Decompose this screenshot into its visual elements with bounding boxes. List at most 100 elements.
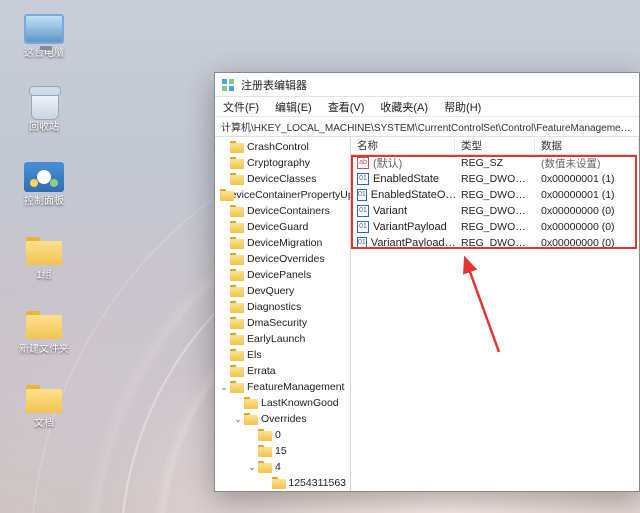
value-row[interactable]: 01VariantPayloadREG_DWORD0x00000000 (0) <box>351 219 639 235</box>
tree-node[interactable]: LastKnownGood <box>217 395 350 411</box>
tree-node[interactable]: DeviceMigration <box>217 235 350 251</box>
tree-node[interactable]: 0 <box>217 427 350 443</box>
dword-value-icon: 01 <box>357 237 367 249</box>
tree-node[interactable]: DevicePanels <box>217 267 350 283</box>
folder-icon <box>230 285 244 297</box>
tree-node[interactable]: Cryptography <box>217 155 350 171</box>
folder-icon <box>230 141 244 153</box>
desktop-icon-recycle[interactable]: 回收站 <box>8 82 80 148</box>
value-row[interactable]: 01VariantPayload…REG_DWORD0x00000000 (0) <box>351 235 639 251</box>
tree-node-label: DeviceMigration <box>247 237 322 249</box>
desktop-icon-label: 新建文件夹 <box>19 344 69 356</box>
folder-icon <box>230 237 244 249</box>
tree-node[interactable]: DmaSecurity <box>217 315 350 331</box>
folder-icon <box>24 232 64 270</box>
tree-node[interactable]: DevQuery <box>217 283 350 299</box>
tree-pane[interactable]: CrashControl Cryptography DeviceClasses Dev… <box>215 137 351 491</box>
menubar: 文件(F) 编辑(E) 查看(V) 收藏夹(A) 帮助(H) <box>215 97 639 117</box>
expander-icon[interactable]: ⌄ <box>247 462 257 472</box>
tree-node[interactable]: DeviceOverrides <box>217 251 350 267</box>
value-data: 0x00000000 (0) <box>535 221 639 233</box>
tree-node[interactable]: DeviceGuard <box>217 219 350 235</box>
dword-value-icon: 01 <box>357 173 369 185</box>
tree-node-label: DmaSecurity <box>247 317 307 329</box>
tree-node[interactable]: Diagnostics <box>217 299 350 315</box>
tree-node[interactable]: 1254311563 <box>217 475 350 491</box>
desktop-icon-label: 1组 <box>36 270 52 282</box>
pc-icon <box>24 10 64 48</box>
tree-node-label: CrashControl <box>247 141 309 153</box>
titlebar[interactable]: 注册表编辑器 <box>215 73 639 97</box>
value-type: REG_DWORD <box>455 173 535 185</box>
tree-node[interactable]: ⌄Overrides <box>217 411 350 427</box>
tree-node-label: EarlyLaunch <box>247 333 305 345</box>
menu-help[interactable]: 帮助(H) <box>442 97 483 117</box>
desktop-icon-label: 文档 <box>34 418 54 430</box>
col-data[interactable]: 数据 <box>535 138 639 153</box>
expander-icon[interactable]: ⌄ <box>219 382 229 392</box>
folder-icon <box>24 380 64 418</box>
expander-icon[interactable]: ⌄ <box>233 414 243 424</box>
tree-node-label: LastKnownGood <box>261 397 339 409</box>
folder-icon <box>230 221 244 233</box>
folder-icon <box>258 445 272 457</box>
menu-favorites[interactable]: 收藏夹(A) <box>378 97 430 117</box>
regedit-window: 注册表编辑器 文件(F) 编辑(E) 查看(V) 收藏夹(A) 帮助(H) 计算… <box>214 72 640 492</box>
annotation-arrow <box>451 252 511 362</box>
folder-icon <box>244 413 258 425</box>
value-row[interactable]: ab(默认)REG_SZ(数值未设置) <box>351 155 639 171</box>
tree-node-label: Els <box>247 349 262 361</box>
tree-node[interactable]: DeviceClasses <box>217 171 350 187</box>
tree-node-label: 0 <box>275 429 281 441</box>
tree-node[interactable]: CrashControl <box>217 139 350 155</box>
col-name[interactable]: 名称 <box>351 138 455 153</box>
tree-node[interactable]: Els <box>217 347 350 363</box>
values-pane[interactable]: 名称 类型 数据 ab(默认)REG_SZ(数值未设置)01EnabledSta… <box>351 137 639 491</box>
menu-edit[interactable]: 编辑(E) <box>273 97 314 117</box>
desktop-icon-this-pc[interactable]: 这台电脑 <box>8 8 80 74</box>
tree-node[interactable]: ⌄ FeatureManagement <box>217 379 350 395</box>
value-data: 0x00000001 (1) <box>535 189 639 201</box>
folder-icon <box>230 253 244 265</box>
menu-file[interactable]: 文件(F) <box>221 97 261 117</box>
string-value-icon: ab <box>357 157 369 169</box>
desktop-icon-folder-c[interactable]: 文档 <box>8 378 80 444</box>
col-type[interactable]: 类型 <box>455 138 535 153</box>
tree-node-label: Errata <box>247 365 276 377</box>
value-row[interactable]: 01EnabledStateO…REG_DWORD0x00000001 (1) <box>351 187 639 203</box>
address-bar[interactable]: 计算机\HKEY_LOCAL_MACHINE\SYSTEM\CurrentCon… <box>215 117 639 137</box>
value-row[interactable]: 01EnabledStateREG_DWORD0x00000001 (1) <box>351 171 639 187</box>
folder-icon <box>272 477 286 489</box>
address-text: 计算机\HKEY_LOCAL_MACHINE\SYSTEM\CurrentCon… <box>221 119 633 134</box>
value-type: REG_DWORD <box>455 237 535 249</box>
folder-icon <box>230 301 244 313</box>
tree-node[interactable]: EarlyLaunch <box>217 331 350 347</box>
value-name: EnabledStateO… <box>371 189 455 201</box>
tree-node-label: FeatureManagement <box>247 381 344 393</box>
tree-node[interactable]: DeviceContainers <box>217 203 350 219</box>
value-name: Variant <box>373 205 407 217</box>
tree-node[interactable]: DeviceContainerPropertyUpda <box>217 187 350 203</box>
menu-view[interactable]: 查看(V) <box>326 97 367 117</box>
value-name: (默认) <box>373 155 402 171</box>
desktop-icon-control[interactable]: 控制面板 <box>8 156 80 222</box>
value-row[interactable]: 01VariantREG_DWORD0x00000000 (0) <box>351 203 639 219</box>
folder-icon <box>230 349 244 361</box>
value-data: 0x00000000 (0) <box>535 205 639 217</box>
tree-node[interactable]: Errata <box>217 363 350 379</box>
tree-node-label: Diagnostics <box>247 301 301 313</box>
folder-icon <box>230 365 244 377</box>
desktop-icon-folder-a[interactable]: 1组 <box>8 230 80 296</box>
tree-node-label: DeviceClasses <box>247 173 316 185</box>
folder-icon <box>230 173 244 185</box>
tree-node-label: DevicePanels <box>247 269 311 281</box>
tree-node-label: DeviceOverrides <box>247 253 325 265</box>
tree-node-label: DevQuery <box>247 285 294 297</box>
desktop-icon-folder-b[interactable]: 新建文件夹 <box>8 304 80 370</box>
value-type: REG_DWORD <box>455 221 535 233</box>
dword-value-icon: 01 <box>357 189 367 201</box>
tree-node[interactable]: 15 <box>217 443 350 459</box>
folder-icon <box>230 333 244 345</box>
tree-node[interactable]: ⌄4 <box>217 459 350 475</box>
tree-node-label: DeviceGuard <box>247 221 308 233</box>
